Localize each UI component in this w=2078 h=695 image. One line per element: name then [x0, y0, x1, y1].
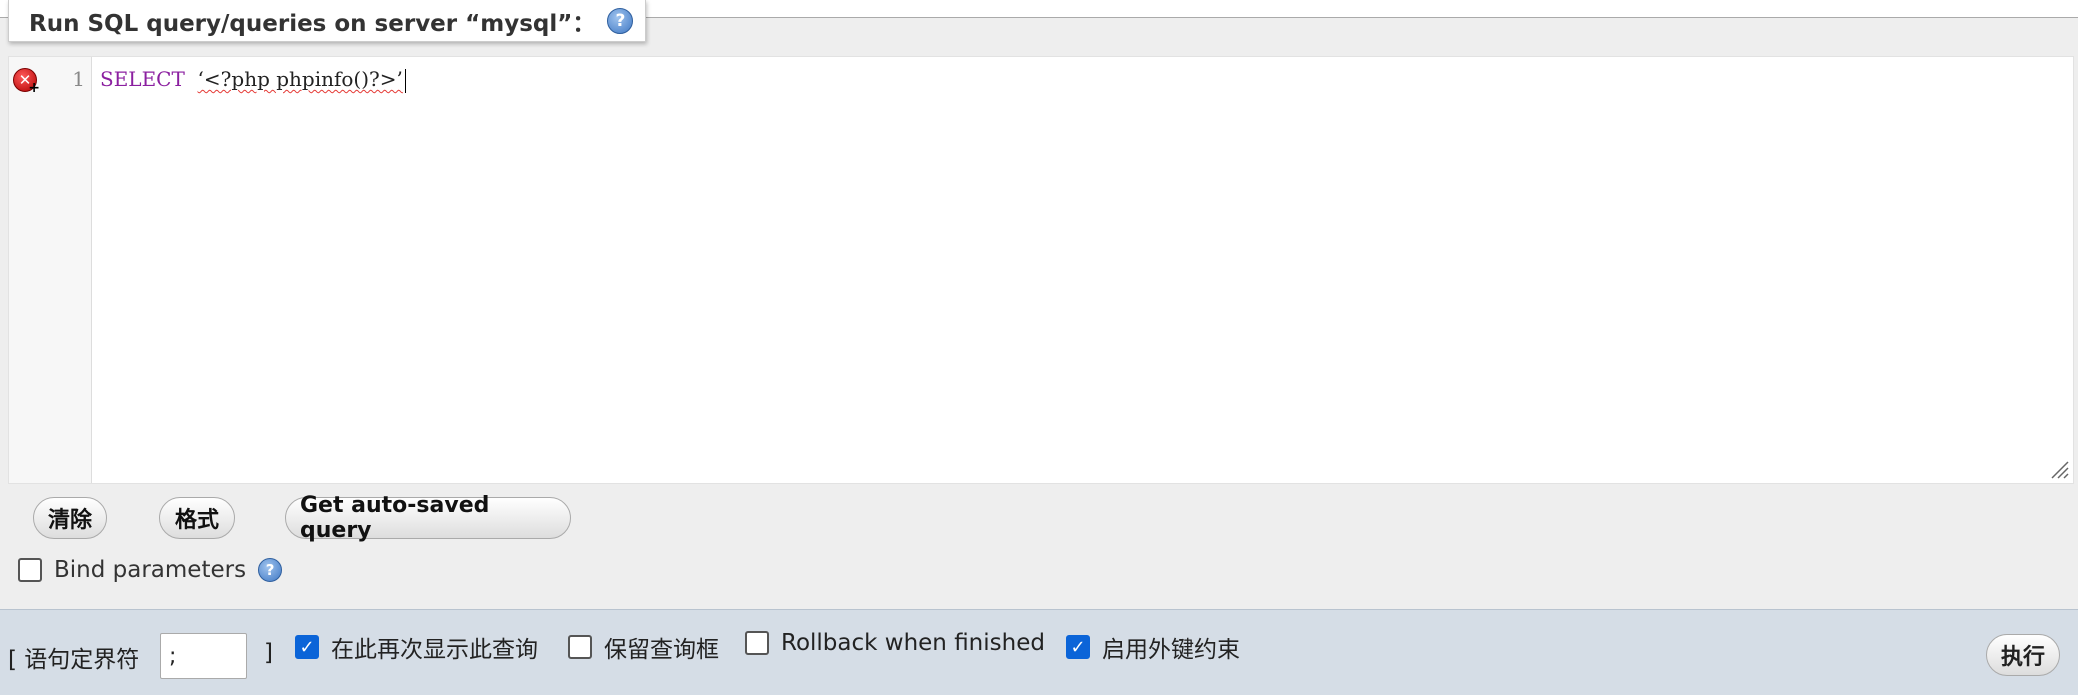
clear-button[interactable]: 清除 [33, 497, 107, 539]
legend-title: Run SQL query/queries on server “mysql”： [29, 10, 596, 37]
show-query-again-label[interactable]: 在此再次显示此查询 [331, 630, 538, 664]
bind-parameters-label[interactable]: Bind parameters [54, 557, 246, 583]
foreign-keys-label[interactable]: 启用外键约束 [1102, 630, 1240, 664]
rollback-option[interactable]: Rollback when finished [745, 630, 1045, 656]
retain-query-box-checkbox[interactable] [568, 635, 592, 659]
fieldset-legend: Run SQL query/queries on server “mysql”：… [8, 0, 647, 42]
go-button[interactable]: 执行 [1985, 634, 2060, 676]
delimiter-input[interactable] [160, 633, 247, 679]
foreign-keys-checkbox[interactable]: ✓ [1066, 635, 1090, 659]
delimiter-close: ] [264, 640, 273, 666]
bind-parameters-checkbox[interactable] [18, 558, 42, 582]
resize-handle-icon[interactable] [2049, 459, 2069, 479]
foreign-keys-option[interactable]: ✓ 启用外键约束 [1066, 630, 1240, 664]
retain-query-box-option[interactable]: 保留查询框 [568, 630, 719, 664]
bind-parameters-row: Bind parameters ? [18, 557, 283, 583]
rollback-label[interactable]: Rollback when finished [781, 630, 1045, 656]
text-cursor [404, 68, 406, 93]
code-line[interactable]: SELECT ‘<?php phpinfo()?>’ [100, 67, 406, 93]
format-button[interactable]: 格式 [159, 497, 235, 539]
delimiter-close-text: ] [264, 640, 273, 666]
sql-editor[interactable]: ✕ + 1 SELECT ‘<?php phpinfo()?>’ [8, 56, 2074, 484]
sql-keyword: SELECT [100, 67, 185, 91]
delimiter-label: [ 语句定界符 [8, 640, 139, 674]
sql-string-literal: ‘<?php phpinfo()?>’ [197, 67, 403, 91]
get-auto-saved-query-button[interactable]: Get auto-saved query [285, 493, 571, 543]
editor-gutter: ✕ + 1 [9, 57, 92, 483]
rollback-checkbox[interactable] [745, 631, 769, 655]
retain-query-box-label[interactable]: 保留查询框 [604, 630, 719, 664]
line-number: 1 [72, 67, 85, 91]
show-query-again-option[interactable]: ✓ 在此再次显示此查询 [295, 630, 538, 664]
help-icon[interactable]: ? [258, 558, 283, 582]
query-options-bar: [ 语句定界符 ] ✓ 在此再次显示此查询 保留查询框 Rollback whe… [0, 609, 2078, 695]
show-query-again-checkbox[interactable]: ✓ [295, 635, 319, 659]
help-icon[interactable]: ? [607, 7, 634, 34]
delimiter-label-text: [ 语句定界符 [8, 647, 140, 673]
error-icon[interactable]: ✕ + [13, 68, 40, 96]
